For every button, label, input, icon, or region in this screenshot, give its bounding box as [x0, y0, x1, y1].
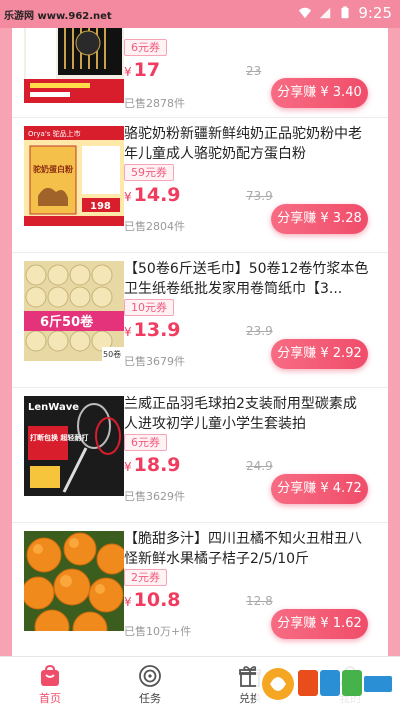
coupon-badge: 10元券	[124, 299, 174, 316]
share-earn-button[interactable]: 分享赚 ¥ 4.72	[271, 474, 368, 504]
sold-count: 已售2804件	[124, 220, 185, 233]
price: ¥18.9	[124, 454, 181, 476]
product-image[interactable]: LenWave 打断包换 超轻耐打	[24, 396, 124, 496]
product-image[interactable]	[24, 531, 124, 631]
sold-count: 已售3679件	[124, 355, 185, 368]
coupon-badge: 6元券	[124, 39, 167, 56]
coupon-badge: 2元券	[124, 569, 167, 586]
product-list[interactable]: 6元券 ¥17 23 已售2878件 分享赚 ¥ 3.40 Orya's 驼品上…	[12, 28, 388, 656]
wifi-icon	[299, 7, 312, 19]
original-price: 24.9	[246, 459, 273, 473]
sold-count: 已售2878件	[124, 97, 185, 110]
battery-icon	[341, 6, 349, 19]
clock: 9:25	[358, 4, 392, 22]
product-title[interactable]: 【脆甜多汁】四川丑橘不知火丑柑丑八怪新鲜水果橘子桔子2/5/10斤	[124, 529, 369, 569]
status-bar: 乐游网 www.962.net 9:25	[0, 0, 400, 28]
tab-tasks-label: 任务	[139, 692, 161, 705]
product-image[interactable]: 6斤50卷 50卷	[24, 261, 124, 361]
milk-brand-text: Orya's 驼品上市	[28, 129, 81, 138]
tab-home-label: 首页	[39, 692, 61, 705]
share-earn-button[interactable]: 分享赚 ¥ 3.40	[271, 78, 368, 108]
list-item[interactable]: 6元券 ¥17 23 已售2878件 分享赚 ¥ 3.40	[12, 28, 388, 118]
signal-icon	[320, 7, 331, 19]
original-price: 23	[246, 64, 262, 78]
share-earn-button[interactable]: 分享赚 ¥ 3.28	[271, 204, 368, 234]
racket-promo-text: 打断包换 超轻耐打	[30, 433, 88, 442]
sold-count: 已售3629件	[124, 490, 185, 503]
watermark-logo	[256, 662, 396, 706]
coupon-badge: 6元券	[124, 434, 167, 451]
list-item[interactable]: 【脆甜多汁】四川丑橘不知火丑柑丑八怪新鲜水果橘子桔子2/5/10斤 2元券 ¥1…	[12, 523, 388, 656]
tab-tasks[interactable]: 任务	[100, 657, 200, 711]
paper-promo-text: 6斤50卷	[40, 314, 94, 330]
list-item[interactable]: 6斤50卷 50卷 【50卷6斤送毛巾】50卷12卷竹浆本色卫生纸卷纸批发家用卷…	[12, 253, 388, 388]
tab-home[interactable]: 首页	[0, 657, 100, 711]
paper-count-text: 50卷	[103, 349, 121, 359]
product-title[interactable]: 兰威正品羽毛球拍2支装耐用型碳素成人进攻初学儿童小学生套装拍	[124, 394, 369, 434]
price: ¥13.9	[124, 319, 181, 341]
share-earn-button[interactable]: 分享赚 ¥ 1.62	[271, 609, 368, 639]
product-image[interactable]: Orya's 驼品上市 驼奶蛋白粉 198	[24, 126, 124, 226]
price: ¥10.8	[124, 589, 181, 611]
product-image[interactable]	[24, 28, 124, 103]
racket-brand-text: LenWave	[28, 402, 79, 413]
original-price: 23.9	[246, 324, 273, 338]
sold-count: 已售10万+件	[124, 625, 192, 638]
original-price: 12.8	[246, 594, 273, 608]
original-price: 73.9	[246, 189, 273, 203]
coupon-badge: 59元券	[124, 164, 174, 181]
list-item[interactable]: Orya's 驼品上市 驼奶蛋白粉 198 骆驼奶粉新疆新鲜纯奶正品驼奶粉中老年…	[12, 118, 388, 253]
list-item[interactable]: LenWave 打断包换 超轻耐打 兰威正品羽毛球拍2支装耐用型碳素成人进攻初学…	[12, 388, 388, 523]
product-title[interactable]: 【50卷6斤送毛巾】50卷12卷竹浆本色卫生纸卷纸批发家用卷筒纸巾【3...	[124, 259, 369, 299]
shopping-bag-icon	[41, 664, 59, 686]
milk-name-text: 驼奶蛋白粉	[33, 164, 73, 174]
share-earn-button[interactable]: 分享赚 ¥ 2.92	[271, 339, 368, 369]
milk-price-text: 198	[90, 201, 111, 212]
watermark-text: 乐游网 www.962.net	[4, 11, 112, 22]
price: ¥14.9	[124, 184, 181, 206]
product-title[interactable]: 骆驼奶粉新疆新鲜纯奶正品驼奶粉中老年儿童成人骆驼奶配方蛋白粉	[124, 124, 369, 164]
target-icon	[139, 665, 161, 687]
price: ¥17	[124, 59, 161, 81]
